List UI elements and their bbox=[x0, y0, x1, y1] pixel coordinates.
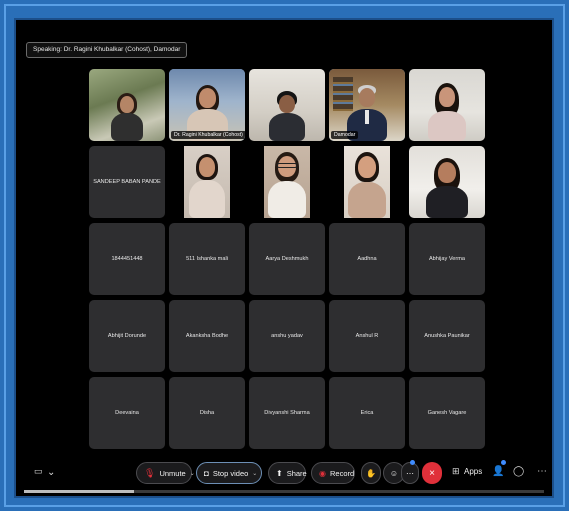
participant-name: Ganesh Vagare bbox=[427, 410, 467, 416]
video-tile-active-speaker[interactable]: Damodar bbox=[329, 69, 405, 141]
leave-meeting-button[interactable]: × bbox=[422, 462, 442, 484]
participant-tile[interactable]: Abhijit Dorunde bbox=[89, 300, 165, 372]
participant-tile[interactable]: 1844451448 bbox=[89, 223, 165, 295]
video-tile[interactable] bbox=[169, 146, 245, 218]
share-button[interactable]: ⬆ Share bbox=[268, 462, 307, 484]
video-camera-icon: ◘ bbox=[204, 468, 209, 478]
record-button[interactable]: ◉ Record bbox=[311, 462, 355, 484]
participant-grid: Dr. Ragini Khubalkar (Cohost) Damodar SA… bbox=[89, 69, 485, 449]
participant-tile[interactable]: Abhijay Verma bbox=[409, 223, 485, 295]
participant-name: Aarya Deshmukh bbox=[265, 256, 309, 262]
meeting-toolbar: ▭ ⌄ 🎙 Unmute ⌄ ◘ Stop video ⌄ ⬆ Share ◉ … bbox=[16, 454, 552, 490]
participant-video bbox=[184, 146, 230, 218]
video-tile[interactable] bbox=[249, 69, 325, 141]
participant-tile[interactable]: Anshul R bbox=[329, 300, 405, 372]
participant-tile[interactable]: Erica bbox=[329, 377, 405, 449]
participant-tile[interactable]: 511 Ishanka mali bbox=[169, 223, 245, 295]
participant-name: Disha bbox=[199, 410, 215, 416]
chat-icon[interactable]: ◯ bbox=[513, 466, 524, 477]
participant-name: Abhijit Dorunde bbox=[107, 333, 147, 339]
apps-label[interactable]: Apps bbox=[464, 467, 482, 476]
video-tile[interactable] bbox=[249, 146, 325, 218]
notification-dot bbox=[410, 460, 415, 465]
tile-name-label: Damodar bbox=[331, 131, 359, 139]
tile-name-label: Dr. Ragini Khubalkar (Cohost) bbox=[171, 131, 245, 139]
emoji-icon: ☺ bbox=[389, 468, 399, 478]
apps-icon[interactable]: ⊞ bbox=[452, 466, 460, 477]
stop-video-button[interactable]: ◘ Stop video ⌄ bbox=[196, 462, 262, 484]
more-options-icon: ⋯ bbox=[406, 468, 414, 478]
participant-video bbox=[249, 69, 325, 141]
raise-hand-icon: ✋ bbox=[366, 468, 376, 478]
participant-name: anshu yadav bbox=[271, 333, 303, 339]
close-icon: × bbox=[429, 467, 435, 479]
participant-tile[interactable]: Divyanshi Sharma bbox=[249, 377, 325, 449]
participant-name: 1844451448 bbox=[111, 256, 143, 262]
mic-muted-icon: 🎙 bbox=[144, 467, 156, 478]
chevron-down-icon[interactable]: ⌄ bbox=[47, 467, 55, 478]
video-tile[interactable] bbox=[89, 69, 165, 141]
participant-tile[interactable]: Aadhna bbox=[329, 223, 405, 295]
chevron-down-icon[interactable]: ⌄ bbox=[190, 470, 195, 477]
participant-name: SANDEEP BABAN PANDE bbox=[93, 179, 161, 185]
participant-name: Anushka Paunikar bbox=[424, 333, 470, 339]
raise-hand-button[interactable]: ✋ bbox=[361, 462, 381, 484]
unmute-button[interactable]: 🎙 Unmute ⌄ bbox=[136, 462, 195, 484]
horizontal-scrollbar[interactable] bbox=[24, 490, 544, 493]
participant-name: Divyanshi Sharma bbox=[264, 410, 310, 416]
video-tile[interactable] bbox=[409, 146, 485, 218]
unmute-label: Unmute bbox=[159, 468, 186, 478]
share-screen-icon: ⬆ bbox=[276, 468, 283, 478]
record-label: Record bbox=[329, 468, 355, 478]
participants-badge bbox=[501, 460, 506, 465]
participant-video bbox=[344, 146, 390, 218]
participant-tile[interactable]: Anushka Paunikar bbox=[409, 300, 485, 372]
participant-name: Abhijay Verma bbox=[428, 256, 466, 262]
share-label: Share bbox=[286, 468, 307, 478]
participant-tile[interactable]: Disha bbox=[169, 377, 245, 449]
participant-name: Aadhna bbox=[357, 256, 377, 262]
scrollbar-thumb[interactable] bbox=[24, 490, 134, 493]
chevron-down-icon[interactable]: ⌄ bbox=[252, 470, 257, 477]
meeting-window: Speaking: Dr. Ragini Khubalkar (Cohost),… bbox=[14, 18, 554, 498]
participant-tile[interactable]: Ganesh Vagare bbox=[409, 377, 485, 449]
video-tile-active-speaker[interactable]: Dr. Ragini Khubalkar (Cohost) bbox=[169, 69, 245, 141]
stop-video-label: Stop video bbox=[212, 468, 249, 478]
participant-video bbox=[89, 69, 165, 141]
more-options-button[interactable]: ⋯ bbox=[401, 462, 419, 484]
participants-icon[interactable]: 👤 bbox=[492, 466, 504, 477]
participant-name: Deevaina bbox=[115, 410, 139, 416]
captions-icon[interactable]: ▭ bbox=[34, 466, 43, 477]
participant-video bbox=[409, 146, 485, 218]
participant-video bbox=[264, 146, 310, 218]
participant-name: Anshul R bbox=[355, 333, 379, 339]
participant-tile[interactable]: Aarya Deshmukh bbox=[249, 223, 325, 295]
speaking-indicator: Speaking: Dr. Ragini Khubalkar (Cohost),… bbox=[26, 42, 188, 58]
video-tile[interactable] bbox=[409, 69, 485, 141]
participant-tile[interactable]: SANDEEP BABAN PANDE bbox=[89, 146, 165, 218]
participant-tile[interactable]: Akanksha Bodhe bbox=[169, 300, 245, 372]
participant-video bbox=[409, 69, 485, 141]
record-icon: ◉ bbox=[319, 468, 326, 478]
participant-name: 511 Ishanka mali bbox=[186, 256, 228, 262]
participant-tile[interactable]: Deevaina bbox=[89, 377, 165, 449]
video-tile[interactable] bbox=[329, 146, 405, 218]
more-icon[interactable]: ⋯ bbox=[537, 466, 547, 477]
participant-name: Erica bbox=[360, 410, 374, 416]
participant-tile[interactable]: anshu yadav bbox=[249, 300, 325, 372]
participant-name: Akanksha Bodhe bbox=[185, 333, 229, 339]
